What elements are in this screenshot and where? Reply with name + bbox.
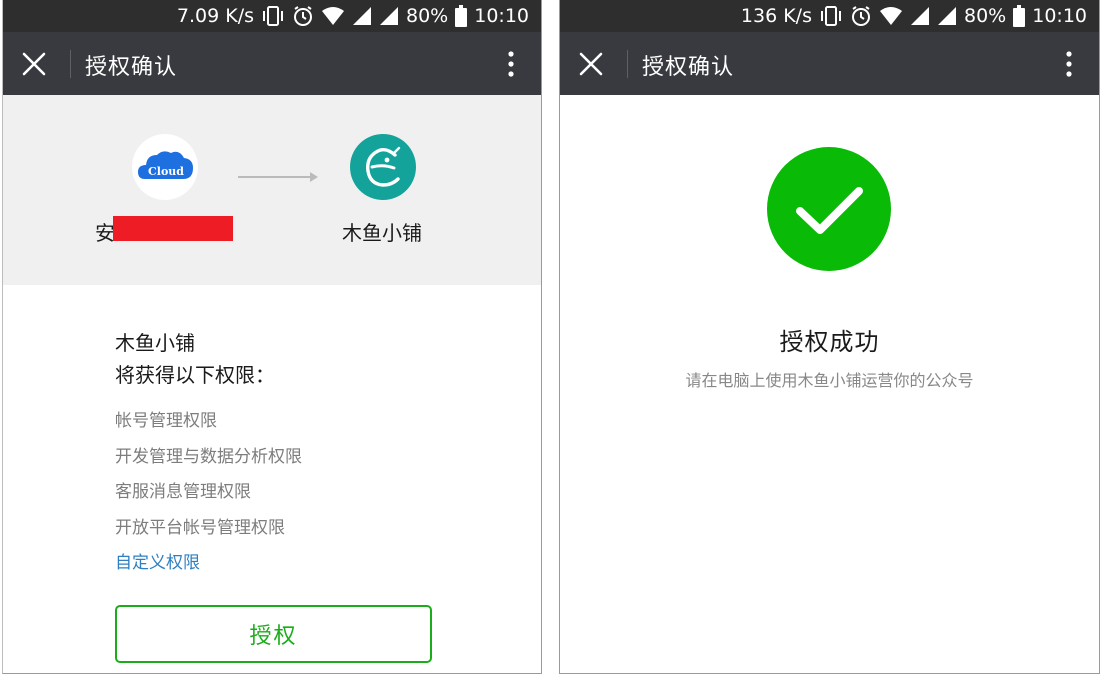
permission-item: 开放平台帐号管理权限 (115, 517, 285, 538)
app-bar: 授权确认 (3, 32, 541, 95)
wifi-icon (880, 7, 902, 25)
more-vertical-icon[interactable] (505, 51, 517, 77)
check-circle-icon (767, 147, 891, 271)
appbar-divider (627, 50, 628, 78)
signal-icon (911, 7, 929, 25)
arrow-right-icon (238, 172, 318, 182)
status-icons: 136 K/s 80% 10:10 (741, 3, 1087, 29)
appbar-divider (70, 50, 71, 78)
page-title: 授权确认 (85, 55, 178, 80)
alarm-icon (852, 6, 870, 26)
phone-screen-authorize: 7.09 K/s 80% 10:10 授权确认 Cloud 安 木鱼小铺 木鱼小… (2, 0, 542, 674)
page-title: 授权确认 (642, 55, 735, 80)
permissions-section: 木鱼小铺 将获得以下权限： 帐号管理权限 开发管理与数据分析权限 客服消息管理权… (115, 328, 515, 582)
permission-item: 帐号管理权限 (115, 411, 217, 431)
source-app-logo: Cloud (132, 134, 198, 200)
battery-icon (455, 5, 468, 27)
svg-text:Cloud: Cloud (148, 165, 184, 178)
success-title: 授权成功 (779, 328, 880, 356)
close-icon[interactable] (21, 51, 47, 77)
wifi-icon (322, 7, 344, 25)
permissions-app-name: 木鱼小铺 (115, 331, 195, 355)
more-vertical-icon[interactable] (1063, 51, 1075, 77)
status-bar: 7.09 K/s 80% 10:10 (3, 0, 541, 32)
network-speed: 7.09 K/s (176, 5, 254, 27)
redaction-bar (113, 216, 233, 241)
battery-percent: 80% (964, 5, 1007, 27)
signal-icon-2 (938, 7, 956, 25)
phone-screen-success: 136 K/s 80% 10:10 授权确认 授权成功 请在电脑上使用木鱼小铺运… (559, 0, 1100, 674)
battery-percent: 80% (406, 5, 449, 27)
permission-item: 开发管理与数据分析权限 (115, 446, 302, 467)
target-app-logo (350, 134, 416, 200)
success-description: 请在电脑上使用木鱼小铺运营你的公众号 (685, 371, 974, 390)
permissions-heading: 将获得以下权限： (115, 363, 275, 387)
close-icon[interactable] (578, 51, 604, 77)
cloud-icon: Cloud (138, 151, 193, 179)
custom-permissions-link[interactable]: 自定义权限 (115, 546, 515, 582)
clock: 10:10 (474, 5, 529, 27)
alarm-icon (294, 6, 312, 26)
permissions-list: 帐号管理权限 开发管理与数据分析权限 客服消息管理权限 开放平台帐号管理权限 自… (115, 404, 515, 582)
authorization-header: Cloud 安 木鱼小铺 (3, 95, 541, 285)
status-icons: 7.09 K/s 80% 10:10 (177, 3, 529, 29)
vibrate-icon (821, 6, 841, 26)
fish-icon (366, 146, 401, 187)
authorize-button[interactable]: 授权 (115, 605, 432, 663)
network-speed: 136 K/s (740, 5, 812, 27)
app-bar: 授权确认 (560, 32, 1099, 95)
source-app-name: 安 (95, 221, 115, 245)
target-app-name: 木鱼小铺 (342, 221, 422, 245)
signal-icon (353, 7, 371, 25)
status-bar: 136 K/s 80% 10:10 (560, 0, 1099, 32)
vibrate-icon (263, 6, 283, 26)
signal-icon-2 (380, 7, 398, 25)
permission-item: 客服消息管理权限 (115, 482, 251, 502)
clock: 10:10 (1032, 5, 1087, 27)
battery-icon (1013, 5, 1026, 27)
